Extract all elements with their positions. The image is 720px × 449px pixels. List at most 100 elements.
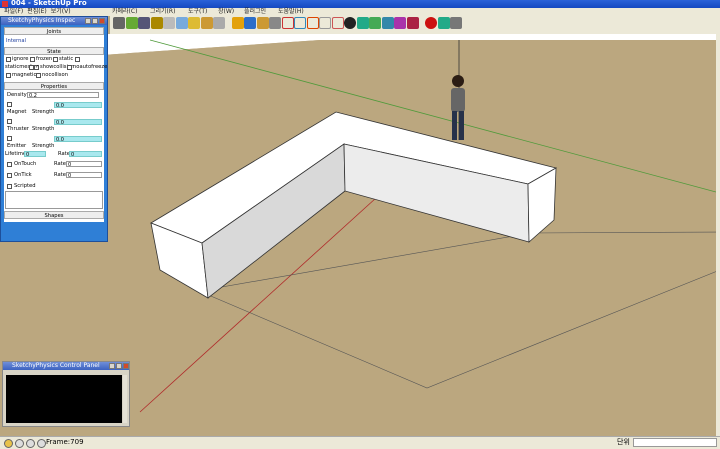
credits-icon[interactable] (37, 439, 46, 448)
record-button-icon[interactable] (425, 17, 437, 29)
emitter-checkbox[interactable] (7, 136, 12, 141)
group-tool-icon[interactable] (150, 17, 163, 29)
ontouch-rate-input[interactable]: 0 (66, 161, 102, 168)
line-tool-icon[interactable] (281, 17, 294, 29)
menu-window[interactable]: 창(W) (218, 8, 234, 16)
lifetime-rate-input[interactable]: 0 (69, 151, 102, 158)
thruster-checkbox[interactable] (7, 119, 12, 124)
status-bar: Frame:709 단위 (0, 436, 720, 449)
menu-tools[interactable]: 도구(T) (188, 8, 207, 16)
ontick-rate-input[interactable]: 0 (66, 172, 102, 179)
ignore-checkbox[interactable] (6, 57, 11, 62)
lifetime-input[interactable]: 0 (24, 151, 46, 158)
inspector-body: Joints Internal State ignore frozen stat… (4, 27, 107, 222)
magnet-strength-input[interactable]: 0.0 (54, 102, 102, 109)
app-icon (2, 1, 8, 7)
joint-tool-icon[interactable] (269, 17, 281, 29)
magnetic-checkbox[interactable] (6, 73, 11, 78)
inspector-titlebar[interactable]: SketchyPhysics Inspec (1, 17, 107, 25)
magnet-checkbox[interactable] (7, 102, 12, 107)
inspector-title: SketchyPhysics Inspec (8, 17, 76, 24)
ontick-checkbox[interactable] (7, 173, 12, 178)
static-extra-checkbox[interactable] (75, 57, 80, 62)
menu-plugins[interactable]: 플러그인 (244, 8, 266, 16)
probe-tool-icon[interactable] (394, 17, 406, 29)
delete-tool-icon[interactable] (406, 17, 419, 29)
script-textbox[interactable] (5, 191, 103, 209)
piston-tool-icon[interactable] (331, 17, 344, 29)
slider-tool-icon[interactable] (319, 17, 331, 29)
control-maximize-button[interactable] (116, 363, 122, 369)
select-tool-icon[interactable] (113, 17, 125, 29)
cone-tool-icon[interactable] (200, 17, 213, 29)
help-icon[interactable] (26, 439, 35, 448)
showcollision-checkbox[interactable] (34, 64, 39, 70)
control-display[interactable] (6, 375, 122, 423)
control-panel: SketchyPhysics Control Panel (2, 361, 130, 427)
noautofreeze-checkbox[interactable] (67, 65, 72, 70)
film-tool-icon[interactable] (138, 17, 150, 29)
menu-help[interactable]: 도움말(H) (278, 8, 304, 16)
magnet-label: Magnet (7, 109, 27, 115)
magnetic-label: magnetic (12, 72, 37, 78)
menu-view[interactable]: 보기(V) (51, 8, 71, 16)
emitter-strength-input[interactable]: 0.0 (54, 136, 102, 143)
gear-tool-icon[interactable] (306, 17, 319, 29)
ontouch-checkbox[interactable] (7, 162, 12, 167)
control-scrollbar[interactable] (123, 375, 127, 423)
thruster-strength-input[interactable]: 0.0 (54, 119, 102, 126)
pipe-tool-icon[interactable] (213, 17, 225, 29)
measurements-box[interactable] (633, 438, 717, 447)
control-panel-titlebar[interactable]: SketchyPhysics Control Panel (3, 362, 129, 370)
spring-tool-icon[interactable] (256, 17, 269, 29)
geolocation-icon[interactable] (15, 439, 24, 448)
density-label: Density (7, 92, 27, 98)
close-button[interactable] (99, 18, 105, 24)
control-close-button[interactable] (123, 363, 129, 369)
box-tool-icon[interactable] (175, 17, 188, 29)
state-header[interactable]: State (4, 47, 104, 55)
properties-header[interactable]: Properties (4, 82, 104, 90)
joints-header[interactable]: Joints (4, 27, 104, 35)
static-checkbox[interactable] (53, 57, 58, 62)
density-input[interactable]: 0.2 (27, 92, 99, 99)
lock-tool-icon[interactable] (381, 17, 394, 29)
magnet-tool-icon[interactable] (231, 17, 244, 29)
maximize-button[interactable] (92, 18, 98, 24)
menu-camera[interactable]: 카메라(C) (112, 8, 137, 16)
window-title: 004 - SketchUp Pro (11, 0, 87, 7)
menu-draw[interactable]: 그리기(R) (150, 8, 175, 16)
emitter-label: Emitter (7, 143, 27, 149)
motor-tool-icon[interactable] (369, 17, 381, 29)
right-scrollbar[interactable] (716, 34, 720, 436)
emitter-strength-label: Strength (32, 143, 55, 149)
control-minimize-button[interactable] (109, 363, 115, 369)
scripted-checkbox[interactable] (7, 184, 12, 189)
menu-file[interactable]: 파일(F) (4, 8, 23, 16)
magnet-strength-label: Strength (32, 109, 55, 115)
ball-tool-icon[interactable] (344, 17, 356, 29)
servo-tool-icon[interactable] (294, 17, 306, 29)
cylinder-tool-icon[interactable] (188, 17, 200, 29)
info-icon[interactable] (4, 439, 13, 448)
thruster-label: Thruster (7, 126, 29, 132)
paint-tool-icon[interactable] (125, 17, 138, 29)
physics-inspector-panel: SketchyPhysics Inspec Joints Internal St… (0, 16, 108, 242)
scripted-label: Scripted (14, 183, 36, 189)
control-panel-title: SketchyPhysics Control Panel (12, 362, 100, 369)
menu-bar: 파일(F) 편집(E) 보기(V) (0, 8, 110, 16)
fog-tool-icon[interactable] (163, 17, 175, 29)
joints-value[interactable]: Internal (6, 38, 26, 45)
frame-counter: Frame:709 (46, 438, 84, 446)
nocollison-checkbox[interactable] (36, 73, 41, 78)
minimize-button[interactable] (85, 18, 91, 24)
shapes-header[interactable]: Shapes (4, 211, 104, 219)
sphere-tool-icon[interactable] (244, 17, 256, 29)
static-label: static (59, 56, 74, 62)
lifetime-label: Lifetime (5, 151, 27, 157)
frozen-checkbox[interactable] (30, 57, 35, 62)
menu-edit[interactable]: 편집(E) (27, 8, 47, 16)
play-button-icon[interactable] (450, 17, 462, 29)
globe-tool-icon[interactable] (356, 17, 369, 29)
rewind-button-icon[interactable] (437, 17, 450, 29)
